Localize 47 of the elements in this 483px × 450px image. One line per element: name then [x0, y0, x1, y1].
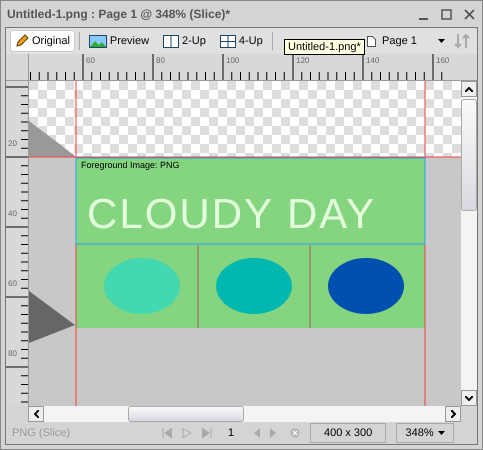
ruler-label: 20	[8, 139, 17, 148]
ruler-label: 80	[156, 56, 165, 65]
close-icon[interactable]	[463, 8, 476, 20]
view-tab[interactable]: 4-Up	[214, 30, 268, 52]
caret-icon	[438, 431, 445, 435]
tooltip: Untitled-1.png*	[284, 39, 365, 55]
chevron-right-icon	[450, 410, 456, 418]
pencil-icon	[15, 34, 29, 48]
ruler-label: 100	[226, 56, 240, 65]
window-title: Untitled-1.png : Page 1 @ 348% (Slice)*	[7, 7, 232, 21]
ruler-label: 80	[8, 349, 17, 358]
play-icon[interactable]	[182, 428, 192, 438]
chevron-down-icon	[465, 396, 473, 400]
caret-icon	[438, 39, 445, 43]
scroll-right-button[interactable]	[445, 406, 461, 422]
frame-number: 1	[228, 427, 234, 439]
maximize-icon[interactable]	[440, 8, 453, 20]
first-frame-icon[interactable]	[162, 428, 172, 438]
slice-label: Foreground Image: PNG	[81, 160, 180, 170]
scroll-down-button[interactable]	[461, 390, 477, 406]
view-tab[interactable]: Preview	[84, 30, 154, 52]
ruler-label: 60	[86, 56, 95, 65]
ruler-label: 140	[366, 56, 380, 65]
format-label: PNG (Slice)	[12, 427, 72, 439]
chevron-up-icon	[465, 86, 473, 92]
page-dropdown[interactable]: Page 1	[363, 30, 449, 52]
zoom-dropdown[interactable]: 348%	[396, 423, 454, 443]
scroll-thumb[interactable]	[461, 99, 477, 211]
shadow-shape	[29, 291, 75, 343]
chevron-left-icon	[34, 410, 38, 418]
ruler-label: 160	[436, 56, 450, 65]
ruler-label: 40	[8, 209, 17, 218]
view-tab[interactable]: Original	[10, 30, 75, 52]
scroll-left-button[interactable]	[28, 406, 44, 422]
four-panel-icon	[220, 34, 236, 48]
image-text: CLOUDY DAY	[87, 193, 376, 235]
stop-icon[interactable]	[290, 428, 300, 438]
scroll-thumb[interactable]	[128, 406, 244, 422]
two-panel-icon	[163, 34, 180, 48]
scroll-up-button[interactable]	[461, 81, 477, 97]
last-frame-icon[interactable]	[202, 428, 212, 438]
ruler-label: 60	[8, 279, 17, 288]
size-field: 400 x 300	[310, 423, 386, 443]
view-tab[interactable]: 2-Up	[158, 30, 211, 52]
page-icon	[367, 36, 376, 46]
ruler-label: 120	[296, 56, 310, 65]
landscape-icon	[88, 34, 107, 48]
